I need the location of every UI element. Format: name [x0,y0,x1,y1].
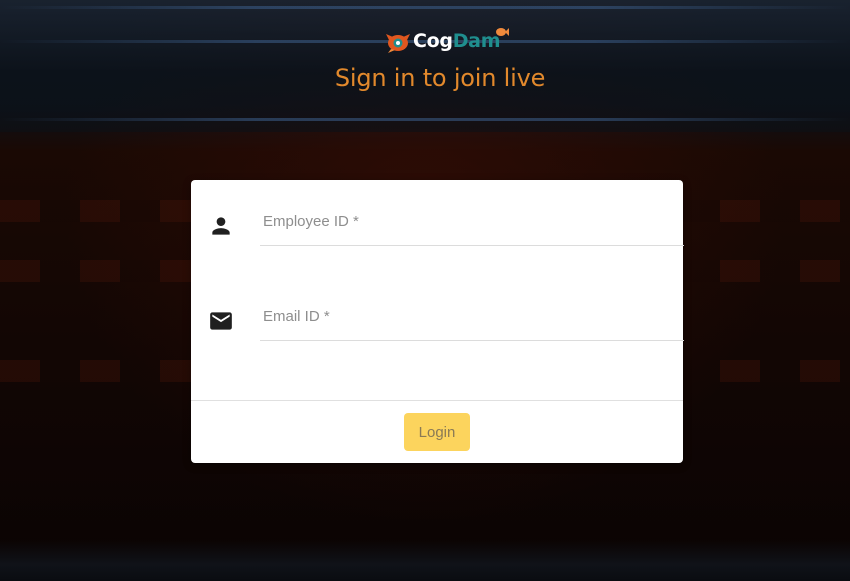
employee-id-input[interactable]: Employee ID * [260,195,684,246]
email-id-input[interactable]: Email ID * [260,290,684,341]
email-id-label: Email ID * [263,308,330,325]
background-stripe [0,118,850,121]
rocket-logo-icon [385,28,411,54]
email-id-field: Email ID * [208,290,684,341]
logo-text: CogDam [413,30,501,52]
employee-id-label: Employee ID * [263,213,359,230]
logo-text-dam: Dam [452,30,501,52]
page-title: Sign in to join live [334,64,546,92]
employee-id-field: Employee ID * [208,195,684,246]
login-button[interactable]: Login [404,413,470,451]
logo-text-cog: Cog [413,30,453,52]
mail-icon [208,308,234,334]
card-divider [191,400,683,401]
background-stripe [0,6,850,9]
login-card: Employee ID * Email ID * Login [191,180,684,463]
cogdam-logo: CogDam [385,26,510,56]
background-floor [0,540,850,581]
person-icon [208,213,234,239]
fish-icon [495,24,509,36]
